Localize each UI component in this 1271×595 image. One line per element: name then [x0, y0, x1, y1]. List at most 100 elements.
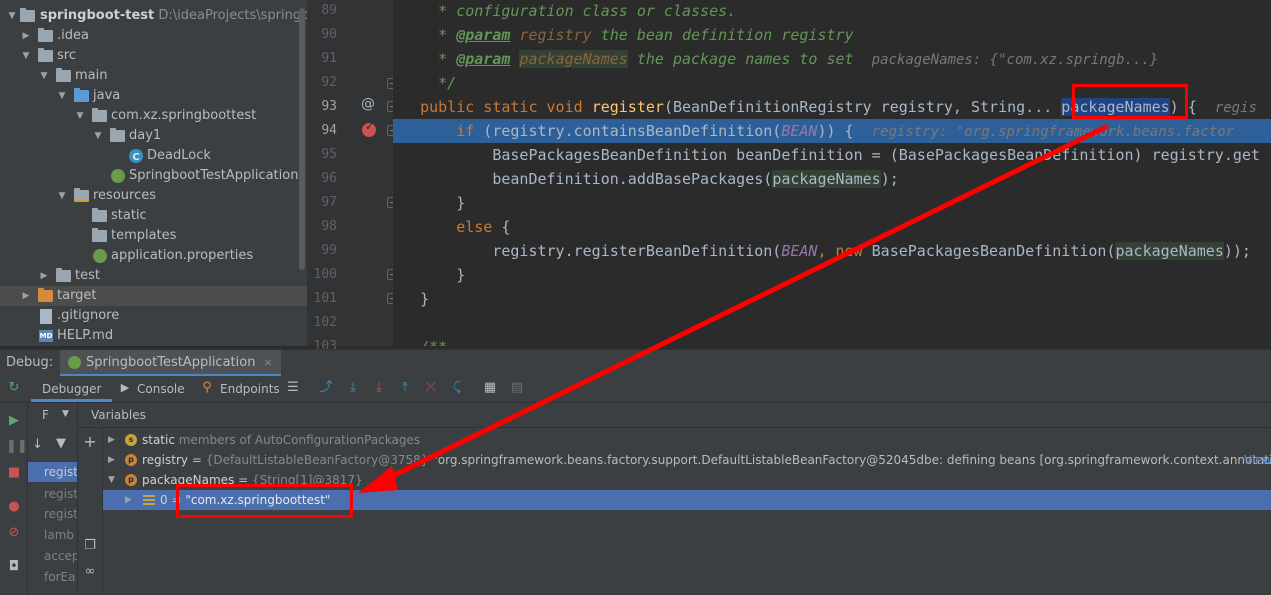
tree-item-java[interactable]: ▼ java	[0, 86, 307, 106]
tree-root[interactable]: ▼ springboot-test D:\ideaProjects\spring…	[0, 6, 307, 26]
frame-item[interactable]: regist	[28, 484, 77, 504]
expand-arrow-icon[interactable]: ▼	[74, 106, 86, 126]
tree-item-label: static	[111, 208, 147, 223]
code-line: * configuration class or classes.	[393, 2, 737, 20]
project-scrollbar[interactable]	[299, 8, 305, 270]
markdown-icon: MD	[39, 330, 53, 342]
debug-session-label: SpringbootTestApplication	[86, 355, 256, 370]
code-editor[interactable]: * configuration class or classes. * @par…	[393, 0, 1271, 346]
frame-item[interactable]: regist	[28, 462, 77, 482]
tree-item-springboot-app[interactable]: SpringbootTestApplication	[0, 166, 307, 186]
tree-item-label: .idea	[57, 28, 89, 43]
tree-item-package[interactable]: ▼ com.xz.springboottest	[0, 106, 307, 126]
rerun-icon[interactable]: ↻	[6, 380, 22, 396]
close-icon[interactable]: ×	[263, 356, 272, 369]
tab-debugger[interactable]: Debugger	[31, 376, 113, 402]
line-number: 89	[321, 3, 337, 18]
tree-item-label: target	[57, 288, 97, 303]
stop-icon[interactable]: ■	[6, 465, 22, 481]
frame-item[interactable]: lamb	[28, 525, 77, 545]
collapsed-arrow-icon[interactable]: ▶	[20, 26, 32, 46]
breakpoint-icon[interactable]	[362, 120, 376, 137]
expand-arrow-icon[interactable]: ▼	[20, 46, 32, 66]
tree-item-label: day1	[129, 128, 162, 143]
collapsed-arrow-icon[interactable]: ▶	[108, 450, 118, 470]
expand-arrow-icon[interactable]: ▼	[56, 186, 68, 206]
collapsed-arrow-icon[interactable]: ▶	[20, 286, 32, 306]
expand-arrow-icon[interactable]: ▼	[92, 126, 104, 146]
tree-item-idea[interactable]: ▶ .idea	[0, 26, 307, 46]
frame-item[interactable]: accep	[28, 546, 77, 566]
collapsed-arrow-icon[interactable]: ▶	[125, 490, 135, 510]
tree-item-target[interactable]: ▶ target	[0, 286, 307, 306]
trace-icon[interactable]: ▤	[509, 380, 525, 396]
excluded-folder-icon	[38, 288, 53, 302]
frame-item[interactable]: regist	[28, 504, 77, 524]
tree-item-label: com.xz.springboottest	[111, 108, 257, 123]
show-execution-point-icon[interactable]: ⤴	[318, 380, 334, 396]
view-link[interactable]: View	[1244, 450, 1271, 470]
expand-arrow-icon[interactable]: ▼	[38, 66, 50, 86]
code-line: else {	[456, 218, 511, 236]
run-to-cursor-icon[interactable]: ⤹	[449, 380, 465, 396]
line-number: 95	[321, 147, 337, 162]
tree-item-main[interactable]: ▼ main	[0, 66, 307, 86]
package-icon	[92, 108, 107, 122]
override-annotation-icon[interactable]: @	[361, 96, 375, 112]
code-line: registry.registerBeanDefinition(BEAN, ne…	[492, 242, 1251, 260]
expand-arrow-icon[interactable]: ▼	[56, 86, 68, 106]
tree-item-static[interactable]: static	[0, 206, 307, 226]
camera-icon[interactable]: ◘	[6, 559, 22, 575]
layout-menu-icon[interactable]: ☰	[285, 380, 301, 396]
line-number: 100	[313, 267, 337, 282]
step-out-icon[interactable]: ⤒	[397, 380, 413, 396]
debug-session-tab[interactable]: SpringbootTestApplication ×	[60, 350, 281, 377]
pause-icon[interactable]: ❚❚	[6, 439, 28, 455]
folder-icon	[92, 208, 107, 222]
collapsed-arrow-icon[interactable]: ▶	[38, 266, 50, 286]
tree-item-application-properties[interactable]: application.properties	[0, 246, 307, 266]
tree-item-templates[interactable]: templates	[0, 226, 307, 246]
tree-item-day1[interactable]: ▼ day1	[0, 126, 307, 146]
endpoints-icon: ⚲	[202, 380, 212, 395]
frames-panel: F ▼ ↓ ▼ regist regist regist lamb accep …	[28, 403, 78, 595]
tab-console[interactable]: Console	[137, 376, 185, 402]
tree-item-src[interactable]: ▼ src	[0, 46, 307, 66]
tree-item-deadlock[interactable]: DeadLock	[0, 146, 307, 168]
code-line: BasePackagesBeanDefinition beanDefinitio…	[492, 146, 1260, 164]
view-breakpoints-icon[interactable]: ●	[6, 499, 22, 515]
folder-icon	[56, 68, 71, 82]
watches-glasses-icon[interactable]: ∞	[82, 564, 98, 580]
copy-icon[interactable]: ❐	[82, 538, 98, 554]
evaluate-expression-icon[interactable]: ▦	[482, 380, 498, 396]
execution-point-line: if (registry.containsBeanDefinition(BEAN…	[393, 119, 1271, 143]
collapsed-arrow-icon[interactable]: ▶	[108, 430, 118, 450]
variable-row-static[interactable]: ▶ s static members of AutoConfigurationP…	[103, 430, 1271, 450]
debug-label: Debug:	[6, 355, 54, 370]
resume-icon[interactable]: ▶	[6, 413, 22, 429]
mute-breakpoints-icon[interactable]: ⊘	[6, 525, 22, 541]
parameter-badge-icon: p	[125, 454, 137, 466]
filter-icon[interactable]: ▼	[56, 436, 66, 451]
drop-frame-icon[interactable]: ⤫	[423, 380, 439, 396]
variable-row-registry[interactable]: ▶ p registry = {DefaultListableBeanFacto…	[103, 450, 1271, 470]
tree-item-resources[interactable]: ▼ resources	[0, 186, 307, 206]
resources-folder-icon	[74, 188, 89, 202]
add-watch-icon[interactable]: +	[82, 434, 98, 450]
inline-debug-value: registry: "org.springframework.beans.fac…	[871, 124, 1235, 140]
expand-arrow-icon[interactable]: ▼	[108, 470, 118, 490]
force-step-into-icon[interactable]: ⤓	[371, 380, 387, 396]
tree-item-help-md[interactable]: MD HELP.md	[0, 326, 307, 346]
spring-class-icon	[111, 169, 125, 183]
frame-item[interactable]: forEa	[28, 567, 77, 587]
tree-item-gitignore[interactable]: .gitignore	[0, 306, 307, 326]
variables-side-toolbar: + ❐ ∞	[78, 428, 103, 595]
tab-endpoints[interactable]: Endpoints	[220, 376, 280, 402]
folder-icon	[38, 28, 53, 42]
chevron-down-icon[interactable]: ▼	[62, 409, 69, 419]
step-over-icon[interactable]: ⤓	[345, 380, 361, 396]
tree-item-test[interactable]: ▶ test	[0, 266, 307, 286]
expand-arrow-icon[interactable]: ▼	[6, 6, 18, 26]
down-arrow-icon[interactable]: ↓	[32, 437, 43, 452]
